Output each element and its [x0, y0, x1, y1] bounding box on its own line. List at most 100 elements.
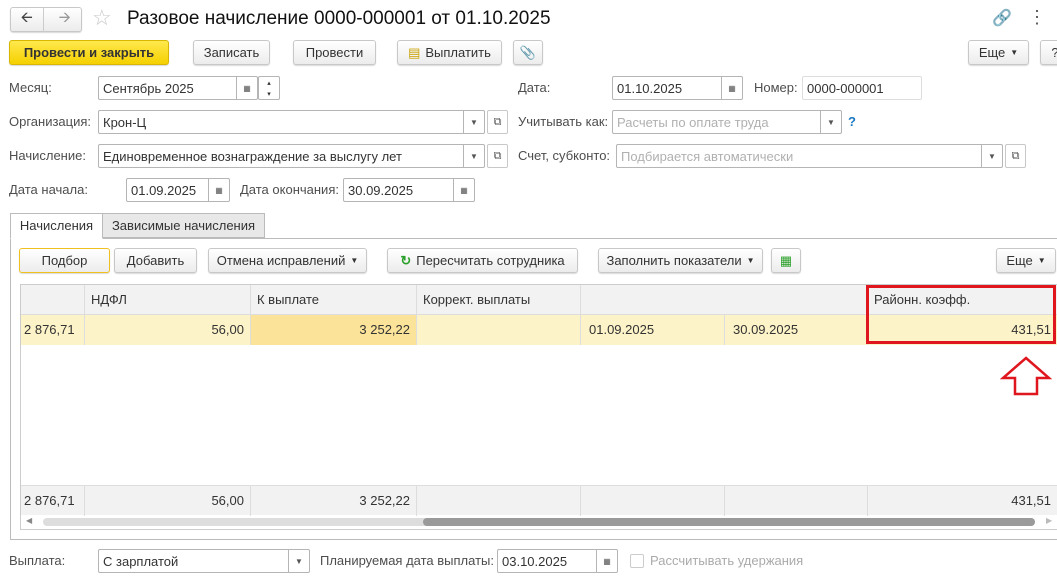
start-label: Дата начала: [9, 182, 88, 197]
spin-down-icon[interactable]: ▾ [267, 90, 271, 98]
withhold-checkbox[interactable] [630, 554, 644, 568]
column-header[interactable] [21, 285, 85, 315]
planned-date-label: Планируемая дата выплаты: [320, 553, 494, 568]
chevron-down-icon: ▼ [1037, 256, 1046, 265]
footer-cell: 2 876,71 [21, 486, 85, 516]
planned-date-value: 03.10.2025 [502, 553, 568, 569]
accrual-label: Начисление: [9, 148, 86, 163]
org-field[interactable]: Крон-Ц ▼ [98, 110, 485, 134]
month-value: Сентябрь 2025 [103, 80, 194, 96]
accrual-value: Единовременное вознаграждение за выслугу… [103, 148, 402, 164]
cell-ndfl[interactable]: 56,00 [85, 315, 251, 345]
highlight-box [866, 285, 1056, 344]
payment-value: С зарплатой [103, 553, 179, 569]
recalc-employee-button[interactable]: ↻ Пересчитать сотрудника [387, 248, 578, 273]
tab-accruals[interactable]: Начисления [10, 213, 103, 239]
footer-cell [417, 486, 581, 516]
payment-label: Выплата: [9, 553, 66, 568]
help-link[interactable]: ? [848, 110, 856, 134]
column-header[interactable] [581, 285, 868, 315]
dropdown-icon[interactable]: ▼ [288, 550, 309, 572]
pay-button[interactable]: ▤ Выплатить [397, 40, 502, 65]
open-icon[interactable]: ⧉ [487, 144, 508, 168]
cancel-corrections-button[interactable]: Отмена исправлений ▼ [208, 248, 367, 273]
paperclip-icon: 📎 [519, 44, 537, 60]
cell-start-date[interactable]: 01.09.2025 [581, 315, 725, 345]
subconto-field[interactable]: Подбирается автоматически ▼ [616, 144, 1003, 168]
column-header-to-pay[interactable]: К выплате [251, 285, 417, 315]
month-field[interactable]: Сентябрь 2025 ▦ [98, 76, 258, 100]
footer-regional-coef: 431,51 [868, 486, 1057, 516]
arrow-up-icon [1000, 356, 1052, 396]
open-icon[interactable]: ⧉ [487, 110, 508, 134]
scroll-right-icon[interactable]: ▶ [1046, 516, 1052, 525]
spin-up-icon[interactable]: ▴ [267, 79, 271, 87]
grid-footer: 2 876,71 56,00 3 252,22 431,51 [21, 485, 1057, 516]
select-button[interactable]: Подбор [19, 248, 110, 273]
page-title: Разовое начисление 0000-000001 от 01.10.… [127, 8, 551, 29]
account-as-label: Учитывать как: [518, 114, 609, 129]
dropdown-icon[interactable]: ▼ [820, 111, 841, 133]
date-field[interactable]: 01.10.2025 ▦ [612, 76, 743, 100]
dropdown-icon[interactable]: ▼ [463, 145, 484, 167]
org-value: Крон-Ц [103, 114, 147, 130]
fill-label: Заполнить показатели [606, 253, 742, 268]
table-more-button[interactable]: Еще ▼ [996, 248, 1056, 273]
subconto-label: Счет, субконто: [518, 148, 611, 163]
end-field[interactable]: 30.09.2025 ▦ [343, 178, 475, 202]
cell[interactable]: 2 876,71 [21, 315, 85, 345]
save-button[interactable]: Записать [193, 40, 270, 65]
cell-pay-correction[interactable] [417, 315, 581, 345]
scroll-thumb[interactable] [423, 518, 1035, 526]
column-header-ndfl[interactable]: НДФЛ [85, 285, 251, 315]
post-and-close-button[interactable]: Провести и закрыть [9, 40, 169, 65]
cell-to-pay[interactable]: 3 252,22 [251, 315, 417, 345]
calendar-icon[interactable]: ▦ [208, 179, 229, 201]
dropdown-icon[interactable]: ▼ [981, 145, 1002, 167]
planned-date-field[interactable]: 03.10.2025 ▦ [497, 549, 618, 573]
more-vert-icon[interactable]: ⋮ [1028, 7, 1046, 28]
start-field[interactable]: 01.09.2025 ▦ [126, 178, 230, 202]
add-column-table-icon[interactable]: ▦ [771, 248, 801, 273]
subconto-placeholder: Подбирается автоматически [621, 148, 794, 164]
dropdown-icon[interactable]: ▼ [463, 111, 484, 133]
forward-arrow-icon[interactable]: 🡪 [49, 7, 81, 32]
more-label: Еще [978, 45, 1006, 60]
post-button[interactable]: Провести [293, 40, 376, 65]
calendar-icon[interactable]: ▦ [721, 77, 742, 99]
withhold-label: Рассчитывать удержания [650, 553, 804, 568]
end-value: 30.09.2025 [348, 182, 414, 198]
column-header-pay-correction[interactable]: Коррект. выплаты [417, 285, 581, 315]
month-spinner[interactable]: ▴ ▾ [258, 76, 280, 100]
star-icon[interactable]: ☆ [92, 5, 112, 31]
payment-field[interactable]: С зарплатой ▼ [98, 549, 310, 573]
attach-button[interactable]: 📎 [513, 40, 543, 65]
accrual-field[interactable]: Единовременное вознаграждение за выслугу… [98, 144, 485, 168]
month-label: Месяц: [9, 80, 52, 95]
cancel-corrections-label: Отмена исправлений [216, 253, 346, 268]
link-icon[interactable]: 🔗 [992, 8, 1012, 28]
org-label: Организация: [9, 114, 92, 129]
footer-to-pay: 3 252,22 [251, 486, 417, 516]
calendar-icon[interactable]: ▦ [236, 77, 257, 99]
scroll-left-icon[interactable]: ◀ [26, 516, 32, 525]
table-more-label: Еще [1006, 253, 1033, 268]
footer-cell [725, 486, 868, 516]
number-label: Номер: [754, 80, 798, 95]
more-button[interactable]: Еще ▼ [968, 40, 1029, 65]
calendar-icon[interactable]: ▦ [453, 179, 474, 201]
date-value: 01.10.2025 [617, 80, 683, 96]
add-button[interactable]: Добавить [114, 248, 197, 273]
tab-dependent-accruals[interactable]: Зависимые начисления [103, 213, 265, 238]
horizontal-scrollbar[interactable]: ◀ ▶ [21, 515, 1057, 529]
open-icon[interactable]: ⧉ [1005, 144, 1026, 168]
cell-end-date[interactable]: 30.09.2025 [725, 315, 868, 345]
account-as-field[interactable]: Расчеты по оплате труда ▼ [612, 110, 842, 134]
chevron-down-icon: ▼ [1010, 48, 1019, 57]
back-arrow-icon[interactable]: 🡨 [11, 7, 44, 32]
number-field[interactable]: 0000-000001 [802, 76, 922, 100]
calendar-icon[interactable]: ▦ [596, 550, 617, 572]
help-button[interactable]: ? [1040, 40, 1057, 65]
fill-indicators-button[interactable]: Заполнить показатели ▼ [598, 248, 763, 273]
start-value: 01.09.2025 [131, 182, 197, 198]
